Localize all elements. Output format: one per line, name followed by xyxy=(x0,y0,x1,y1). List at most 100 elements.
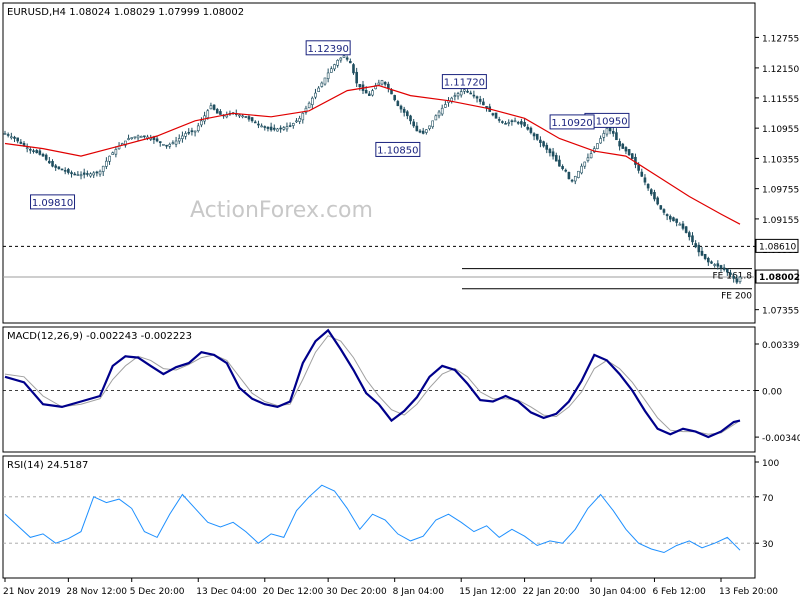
price-bar-body xyxy=(326,72,330,79)
price-bar-body xyxy=(425,129,428,133)
price-bar-body xyxy=(358,84,362,88)
price-bar-body xyxy=(253,121,257,124)
price-bar-body xyxy=(181,135,184,139)
price-bar-body xyxy=(634,156,637,165)
price-bar-body xyxy=(507,122,511,124)
price-bar-body xyxy=(431,120,434,128)
x-axis-tick-label: 21 Nov 2019 xyxy=(3,587,61,597)
fibonacci-label: FE 200 xyxy=(721,292,752,302)
price-bar-body xyxy=(285,126,289,130)
price-bar-body xyxy=(250,117,254,122)
price-bar-body xyxy=(561,166,564,170)
price-bar-body xyxy=(589,153,593,159)
price-bar-body xyxy=(330,68,333,73)
price-bar-body xyxy=(98,170,102,175)
price-bar-body xyxy=(719,265,723,269)
price-bar-body xyxy=(624,147,628,152)
price-bar-body xyxy=(323,77,327,85)
x-axis-tick-label: 13 Feb 20:00 xyxy=(719,587,778,597)
price-bar-body xyxy=(630,153,634,159)
price-bar-body xyxy=(529,127,533,133)
price-y-tick-label: 1.10955 xyxy=(762,125,799,135)
price-bar-body xyxy=(440,107,444,115)
price-bar-body xyxy=(697,244,701,253)
price-bar-body xyxy=(187,131,191,134)
price-bar-body xyxy=(716,263,720,267)
price-bar-body xyxy=(675,218,678,223)
price-y-tick-label: 1.11555 xyxy=(762,95,799,105)
price-bar-body xyxy=(545,144,549,150)
price-bar-body xyxy=(421,130,425,134)
price-bar-body xyxy=(735,278,739,283)
x-axis-tick-label: 8 Jan 04:00 xyxy=(393,587,445,597)
price-bar-body xyxy=(662,209,666,213)
price-bar-body xyxy=(526,126,530,130)
reference-level-label: 1.08610 xyxy=(759,242,796,252)
x-axis-tick-label: 6 Feb 12:00 xyxy=(652,587,706,597)
price-annotation-label: 1.10920 xyxy=(551,118,592,129)
x-axis-tick-label: 30 Jan 04:00 xyxy=(589,587,646,597)
price-bar-body xyxy=(539,139,542,143)
price-bar-body xyxy=(349,61,352,64)
price-bar-body xyxy=(602,133,606,138)
price-bar-body xyxy=(333,64,336,70)
price-bar-body xyxy=(73,173,76,176)
price-bar-body xyxy=(669,216,672,220)
price-bar-body xyxy=(196,125,200,132)
price-bar-body xyxy=(729,272,732,275)
price-bar-body xyxy=(29,148,32,151)
price-bar-body xyxy=(314,92,317,98)
price-bar-body xyxy=(482,101,485,106)
x-axis-tick-label: 28 Nov 12:00 xyxy=(66,587,127,597)
price-bar-body xyxy=(513,120,517,123)
price-bar-body xyxy=(345,57,349,60)
price-bar-body xyxy=(111,152,115,155)
current-price-label: 1.08002 xyxy=(759,273,800,283)
price-bar-body xyxy=(577,170,580,178)
price-bar-body xyxy=(6,134,10,136)
price-bar-body xyxy=(615,132,618,141)
price-bar-body xyxy=(298,118,301,122)
price-bar-body xyxy=(570,179,574,182)
price-bar-body xyxy=(60,168,64,171)
price-bar-body xyxy=(627,149,631,156)
price-bar-body xyxy=(311,97,314,105)
price-bar-body xyxy=(82,172,86,175)
price-bar-body xyxy=(418,130,422,133)
price-bar-body xyxy=(738,276,742,282)
price-bar-body xyxy=(684,226,688,233)
x-axis-tick-label: 13 Dec 04:00 xyxy=(196,587,257,597)
price-bar-body xyxy=(276,128,279,132)
price-bar-body xyxy=(637,164,640,171)
price-annotation-label: 1.10850 xyxy=(377,145,418,156)
price-bar-body xyxy=(241,115,244,118)
price-bar-body xyxy=(86,173,89,175)
price-bar-body xyxy=(548,148,552,154)
price-bar-body xyxy=(152,137,156,140)
price-bar-body xyxy=(127,138,130,140)
price-bar-body xyxy=(605,128,609,135)
price-annotation-label: 1.11720 xyxy=(444,78,485,89)
price-bar-body xyxy=(282,127,286,130)
price-bar-body xyxy=(352,64,355,74)
price-bar-body xyxy=(659,205,663,210)
price-annotation-label: 1.09810 xyxy=(32,198,73,209)
price-bar-body xyxy=(158,141,162,143)
price-bar-body xyxy=(469,92,473,95)
price-bar-body xyxy=(456,93,460,97)
price-bar-body xyxy=(295,120,298,123)
price-bar-body xyxy=(694,243,697,248)
price-bar-body xyxy=(3,133,7,135)
price-bar-body xyxy=(459,91,463,96)
price-bar-body xyxy=(89,173,92,177)
price-bar-body xyxy=(266,126,270,129)
price-bar-body xyxy=(16,137,19,142)
price-bar-body xyxy=(542,141,545,147)
price-bar-body xyxy=(463,89,466,92)
price-bar-body xyxy=(184,133,187,137)
price-y-tick-label: 1.07355 xyxy=(762,307,799,317)
price-bar-body xyxy=(76,174,80,176)
price-bar-body xyxy=(336,60,339,66)
price-bar-body xyxy=(621,143,625,149)
price-bar-body xyxy=(19,141,23,144)
